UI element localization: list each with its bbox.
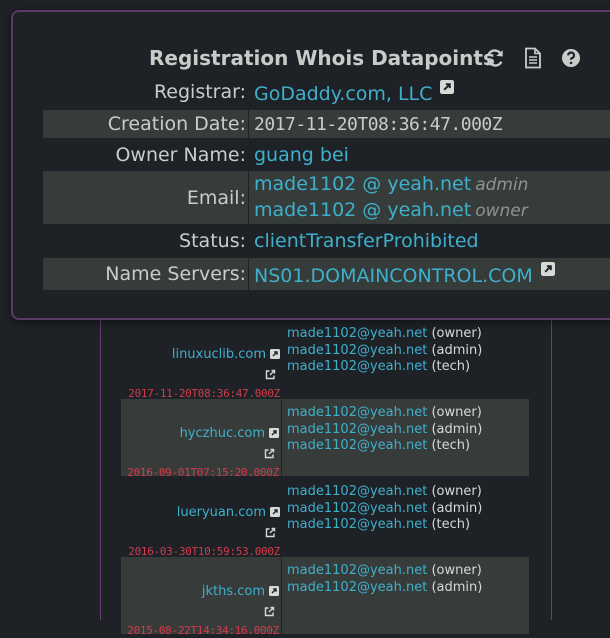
name-servers-label: Name Servers: [105,263,246,285]
contact-line: made1102@yeah.net (tech) [287,517,482,534]
contact-email[interactable]: made1102@yeah.net [287,343,427,358]
contact-role: (owner) [431,484,482,499]
name-servers-row: Name Servers: NS01.DOMAINCONTROL.COM [43,258,610,290]
contact-line: made1102@yeah.net (owner) [287,405,482,422]
contact-role: (owner) [431,326,482,341]
contact-line: made1102@yeah.net (tech) [287,359,482,376]
email-values: made1102 @ yeah.net admin made1102 @ yeah… [249,172,528,224]
contact-line: made1102@yeah.net (admin) [287,422,482,439]
email-role: admin [475,174,529,195]
contact-role: (owner) [431,405,482,420]
contact-role: (tech) [431,517,471,532]
contact-line: made1102@yeah.net (owner) [287,484,482,501]
registrar-link[interactable]: GoDaddy.com, LLC [254,83,432,105]
status-value: clientTransferProhibited [249,230,479,252]
contact-email[interactable]: made1102@yeah.net [287,326,427,341]
creation-date-row: Creation Date: 2017-11-20T08:36:47.000Z [43,110,610,138]
contact-line: made1102@yeah.net (admin) [287,501,482,518]
creation-date-label: Creation Date: [107,113,246,135]
external-link-icon[interactable] [269,586,279,596]
panel-title: Registration Whois Datapoints [149,46,495,70]
contact-email[interactable]: made1102@yeah.net [287,405,427,420]
contact-email[interactable]: made1102@yeah.net [287,517,427,532]
status-row: Status: clientTransferProhibited [43,227,610,255]
open-external-icon[interactable] [265,369,276,380]
domain-row: linuxuclib.com 2017-11-20T08:36:47.000Z … [121,320,529,400]
email-link[interactable]: made1102 @ yeah.net [254,173,471,195]
domain-cell: hyczhuc.com 2016-09-01T07:15:20.000Z [121,399,282,479]
creation-date-value: 2017-11-20T08:36:47.000Z [254,113,503,135]
registrar-value: GoDaddy.com, LLC [249,79,455,105]
contact-role: (owner) [431,563,482,578]
registrar-row: Registrar: GoDaddy.com, LLC [43,78,610,106]
owner-name-row: Owner Name: guang bei [43,141,610,169]
external-link-icon[interactable] [270,349,280,359]
external-link-icon[interactable] [269,428,279,438]
email-entry: made1102 @ yeah.net admin [254,172,528,198]
external-link-icon[interactable] [440,79,455,94]
status-label: Status: [179,230,246,252]
domain-link[interactable]: hyczhuc.com [180,426,265,441]
domain-link[interactable]: jkths.com [202,584,265,599]
status-link[interactable]: clientTransferProhibited [254,230,479,252]
contact-role: (tech) [431,438,471,453]
contact-line: made1102@yeah.net (tech) [287,438,482,455]
email-entry: made1102 @ yeah.net owner [254,198,528,224]
contact-list: made1102@yeah.net (owner) made1102@yeah.… [282,557,482,634]
domain-date: 2015-08-22T14:34:16.000Z [127,624,279,637]
name-servers-value: NS01.DOMAINCONTROL.COM [249,261,555,287]
domain-row: jkths.com 2015-08-22T14:34:16.000Z made1… [121,557,529,637]
contact-email[interactable]: made1102@yeah.net [287,359,427,374]
domain-link[interactable]: linuxuclib.com [172,347,266,362]
refresh-icon[interactable] [483,46,507,70]
help-icon[interactable] [559,46,583,70]
domain-cell: linuxuclib.com 2017-11-20T08:36:47.000Z [121,320,282,400]
contact-email[interactable]: made1102@yeah.net [287,563,427,578]
email-label: Email: [186,186,246,209]
contact-email[interactable]: made1102@yeah.net [287,580,427,595]
domain-link[interactable]: lueryuan.com [177,505,266,520]
owner-name-value: guang bei [249,144,349,166]
domain-row: lueryuan.com 2016-03-30T10:59:53.000Z ma… [121,478,529,558]
contact-line: made1102@yeah.net (owner) [287,326,482,343]
contact-email[interactable]: made1102@yeah.net [287,422,427,437]
contact-email[interactable]: made1102@yeah.net [287,501,427,516]
contact-role: (admin) [431,421,483,437]
open-external-icon[interactable] [264,448,275,459]
name-server-link[interactable]: NS01.DOMAINCONTROL.COM [254,265,533,287]
contact-line: made1102@yeah.net (owner) [287,563,482,580]
contact-list: made1102@yeah.net (owner) made1102@yeah.… [282,399,482,476]
email-role: owner [475,200,528,221]
open-external-icon[interactable] [265,527,276,538]
open-external-icon[interactable] [264,606,275,617]
domain-cell: jkths.com 2015-08-22T14:34:16.000Z [121,557,282,637]
registrar-label: Registrar: [153,81,246,103]
contact-line: made1102@yeah.net (admin) [287,343,482,360]
external-link-icon[interactable] [270,507,280,517]
owner-name-link[interactable]: guang bei [254,144,349,166]
contact-role: (admin) [431,342,483,358]
contact-role: (tech) [431,359,471,374]
owner-name-label: Owner Name: [115,144,246,166]
document-icon[interactable] [521,46,545,70]
external-link-icon[interactable] [540,261,555,276]
contact-list: made1102@yeah.net (owner) made1102@yeah.… [282,478,482,555]
contact-email[interactable]: made1102@yeah.net [287,438,427,453]
contact-email[interactable]: made1102@yeah.net [287,484,427,499]
domain-row: hyczhuc.com 2016-09-01T07:15:20.000Z mad… [121,399,529,479]
contact-line: made1102@yeah.net (admin) [287,580,482,597]
contact-role: (admin) [431,500,483,516]
email-row: Email: made1102 @ yeah.net admin made1102… [43,171,610,224]
email-link[interactable]: made1102 @ yeah.net [254,199,471,221]
contact-list: made1102@yeah.net (owner) made1102@yeah.… [282,320,482,397]
contact-role: (admin) [431,579,483,595]
domain-cell: lueryuan.com 2016-03-30T10:59:53.000Z [121,478,282,558]
